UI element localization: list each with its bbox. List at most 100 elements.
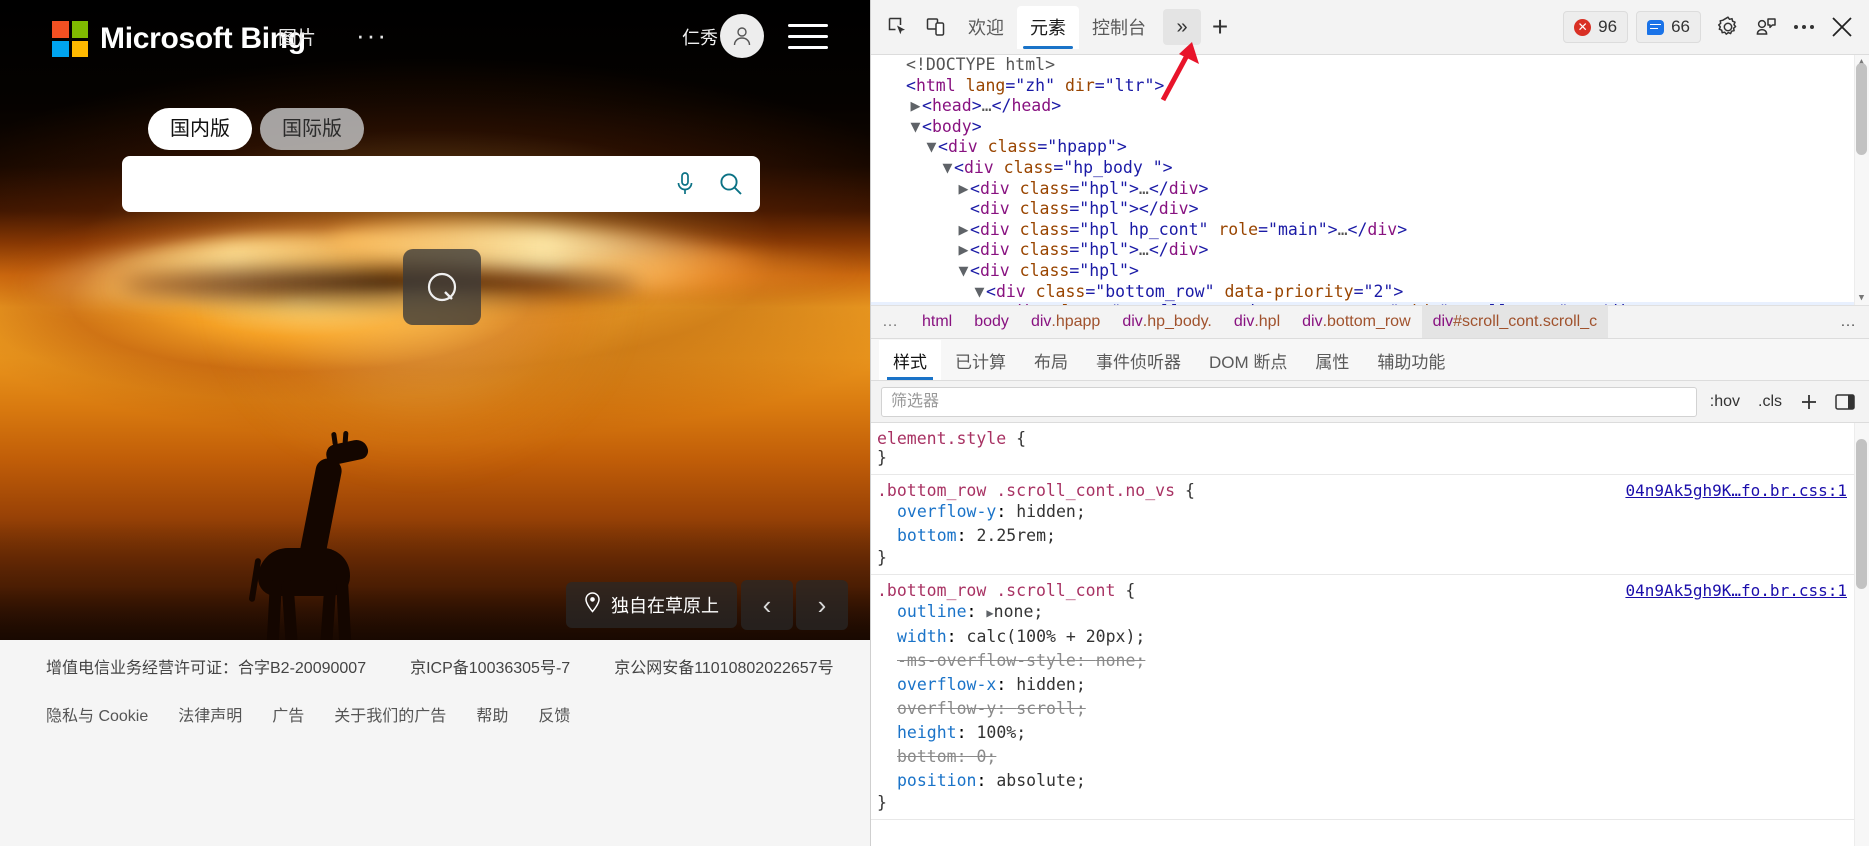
bing-logo-icon[interactable] [403, 249, 481, 325]
style-tab[interactable]: 辅助功能 [1363, 340, 1459, 380]
breadcrumb-item-div-hp_body-[interactable]: div .hp_body. [1111, 306, 1223, 338]
more-tabs-chevron-icon[interactable]: » [1163, 9, 1201, 45]
scroll-down-icon[interactable]: ▼ [1855, 291, 1868, 305]
dom-tree[interactable]: ·<!DOCTYPE html>·<html lang="zh" dir="lt… [871, 55, 1869, 305]
collapse-twisty-icon[interactable]: ▼ [941, 158, 954, 179]
style-tab[interactable]: 已计算 [941, 340, 1020, 380]
nav-item-images[interactable]: 图片 [278, 26, 316, 52]
dom-tree-node[interactable]: ▶<div class="hpl">…</div> [871, 179, 1869, 200]
css-property-value[interactable]: none; [1096, 651, 1146, 670]
css-source-link[interactable]: 04n9Ak5gh9K…fo.br.css:1 [1625, 581, 1847, 600]
dom-tree-node[interactable]: ·<div class="hpl"></div> [871, 199, 1869, 220]
close-icon[interactable] [1823, 8, 1861, 46]
css-property-name[interactable]: overflow-y [897, 502, 996, 521]
css-selector[interactable]: element.style [877, 429, 1006, 448]
breadcrumb-item-div-hpapp[interactable]: div .hpapp [1020, 306, 1111, 338]
breadcrumb-trailing[interactable]: … [1829, 306, 1869, 338]
toggle-element-state-icon[interactable] [1831, 389, 1859, 415]
tab-welcome[interactable]: 欢迎 [955, 6, 1017, 49]
css-declaration[interactable]: outline: ▶ none; [871, 600, 1869, 625]
collapse-twisty-icon[interactable]: ▼ [957, 261, 970, 282]
css-property-name[interactable]: overflow-x [897, 675, 996, 694]
inspect-element-icon[interactable] [879, 8, 917, 46]
footer-link-telecom-license[interactable]: 增值电信业务经营许可证：合字B2-20090007 [46, 654, 366, 678]
image-caption-pill[interactable]: 独自在草原上 [566, 582, 737, 628]
dom-tree-node[interactable]: ▶<head>…</head> [871, 96, 1869, 117]
footer-link-advertise[interactable]: 广告 [272, 702, 304, 726]
dom-tree-node[interactable]: ▼<body> [871, 117, 1869, 138]
expand-twisty-icon[interactable]: ▶ [909, 96, 922, 117]
breadcrumb-item-div-hpl[interactable]: div .hpl [1223, 306, 1291, 338]
dom-tree-node[interactable]: ▼<div class="bottom_row" data-priority="… [871, 282, 1869, 303]
collapse-twisty-icon[interactable]: ▼ [973, 282, 986, 303]
hamburger-menu-icon[interactable] [788, 18, 828, 54]
breadcrumb-item-html[interactable]: html [911, 306, 963, 338]
style-tab[interactable]: DOM 断点 [1195, 340, 1301, 380]
breadcrumb-overflow[interactable]: … [871, 306, 911, 338]
css-property-value[interactable]: calc(100% + 20px); [967, 627, 1146, 646]
css-property-name[interactable]: overflow-y [897, 699, 996, 718]
dom-tree-node[interactable]: ▶<div class="scroll_cont show_none no_vs… [871, 302, 1869, 305]
gear-icon[interactable] [1709, 8, 1747, 46]
css-property-name[interactable]: outline [897, 602, 967, 621]
expand-twisty-icon[interactable]: ▶ [957, 240, 970, 261]
css-source-link[interactable]: 04n9Ak5gh9K…fo.br.css:1 [1625, 481, 1847, 500]
css-property-name[interactable]: bottom [897, 526, 957, 545]
footer-link-feedback[interactable]: 反馈 [538, 702, 570, 726]
footer-link-public-security[interactable]: 京公网安备11010802022657号 [614, 654, 833, 678]
css-declaration[interactable]: position: absolute; [871, 769, 1869, 793]
css-property-name[interactable]: width [897, 627, 947, 646]
version-tab-international[interactable]: 国际版 [260, 108, 364, 150]
css-property-value[interactable]: none; [994, 602, 1044, 621]
style-tab[interactable]: 样式 [879, 340, 941, 380]
breadcrumb-item-div-scroll_cont-scroll_c[interactable]: div #scroll_cont.scroll_c [1421, 306, 1609, 338]
expand-twisty-icon[interactable]: ▶ [957, 220, 970, 241]
device-toolbar-icon[interactable] [917, 8, 955, 46]
css-property-value[interactable]: 2.25rem; [976, 526, 1055, 545]
cls-button[interactable]: .cls [1753, 393, 1787, 411]
microphone-icon[interactable] [662, 157, 708, 211]
previous-image-button[interactable]: ‹ [741, 580, 793, 630]
css-declaration[interactable]: bottom: 0; [871, 745, 1869, 769]
dom-tree-node[interactable]: ·<html lang="zh" dir="ltr"> [871, 76, 1869, 97]
dom-tree-node[interactable]: ·<!DOCTYPE html> [871, 55, 1869, 76]
css-declaration[interactable]: bottom: 2.25rem; [871, 524, 1869, 548]
css-rules-panel[interactable]: element.style {} .bottom_row .scroll_cont… [871, 423, 1869, 846]
message-count-badge[interactable]: 66 [1636, 11, 1701, 43]
style-tab[interactable]: 属性 [1301, 340, 1363, 380]
breadcrumb-item-body[interactable]: body [963, 306, 1020, 338]
footer-link-help[interactable]: 帮助 [476, 702, 508, 726]
breadcrumb-item-div-bottom_row[interactable]: div .bottom_row [1291, 306, 1422, 338]
tab-elements[interactable]: 元素 [1017, 5, 1079, 49]
css-declaration[interactable]: overflow-y: scroll; [871, 697, 1869, 721]
style-tab[interactable]: 布局 [1020, 340, 1082, 380]
style-tab[interactable]: 事件侦听器 [1082, 340, 1195, 380]
dom-tree-node[interactable]: ▼<div class="hpapp"> [871, 137, 1869, 158]
css-property-value[interactable]: hidden; [1016, 502, 1086, 521]
css-selector[interactable]: .bottom_row .scroll_cont [877, 581, 1115, 600]
nav-more-icon[interactable]: ··· [356, 20, 388, 50]
add-tab-button[interactable]: + [1201, 9, 1239, 45]
footer-link-legal[interactable]: 法律声明 [178, 702, 242, 726]
expand-twisty-icon[interactable]: ▶ [989, 302, 1002, 305]
scrollbar-thumb[interactable] [1856, 439, 1867, 589]
error-count-badge[interactable]: ✕ 96 [1563, 11, 1629, 43]
css-rule[interactable]: element.style {} [871, 423, 1869, 475]
dom-tree-node[interactable]: ▼<div class="hpl"> [871, 261, 1869, 282]
collapse-twisty-icon[interactable]: ▼ [909, 117, 922, 138]
expand-twisty-icon[interactable]: ▶ [957, 179, 970, 200]
css-property-name[interactable]: position [897, 771, 976, 790]
footer-link-icp[interactable]: 京ICP备10036305号-7 [410, 654, 570, 678]
css-selector[interactable]: .bottom_row .scroll_cont.no_vs [877, 481, 1175, 500]
rules-scrollbar[interactable] [1854, 423, 1869, 846]
css-declaration[interactable]: overflow-y: hidden; [871, 500, 1869, 524]
css-property-value[interactable]: hidden; [1016, 675, 1086, 694]
css-property-name[interactable]: -ms-overflow-style [897, 651, 1076, 670]
collapse-twisty-icon[interactable]: ▼ [925, 137, 938, 158]
expand-twisty-icon[interactable]: ▶ [986, 601, 993, 625]
css-declaration[interactable]: height: 100%; [871, 721, 1869, 745]
search-input[interactable] [122, 157, 662, 211]
hov-button[interactable]: :hov [1705, 393, 1745, 411]
css-rule[interactable]: .bottom_row .scroll_cont {04n9Ak5gh9K…fo… [871, 575, 1869, 820]
css-property-value[interactable]: scroll; [1016, 699, 1086, 718]
